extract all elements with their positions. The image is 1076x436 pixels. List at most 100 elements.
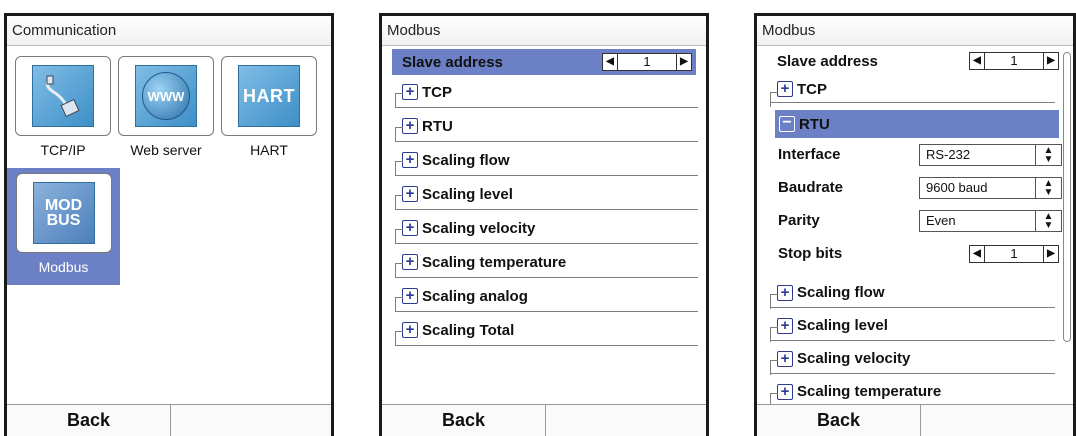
softkey-bar: Back xyxy=(382,404,706,436)
parity-select[interactable]: Even ▲ ▼ xyxy=(919,209,1062,232)
baudrate-value: 9600 baud xyxy=(926,180,988,195)
group-tcp[interactable]: + TCP xyxy=(763,74,1059,107)
empty-softkey[interactable] xyxy=(171,405,331,436)
group-label: Scaling velocity xyxy=(797,350,911,367)
group-label: Scaling flow xyxy=(422,151,510,169)
hart-icon: HART xyxy=(238,65,300,127)
group-label: Scaling level xyxy=(422,185,513,203)
interface-value: RS-232 xyxy=(926,147,971,162)
expand-icon[interactable]: + xyxy=(777,317,793,334)
web-server-icon: WWW xyxy=(135,65,197,127)
slave-address-row[interactable]: Slave address ◀ 1 ▶ xyxy=(777,48,1059,74)
expand-icon[interactable]: + xyxy=(402,288,418,304)
scrollbar[interactable] xyxy=(1063,52,1071,342)
screen-title: Communication xyxy=(7,16,331,46)
tile-label: Web server xyxy=(130,142,202,158)
tile-label: HART xyxy=(250,142,288,158)
spinner-icon[interactable]: ▲ ▼ xyxy=(1035,210,1061,231)
back-button[interactable]: Back xyxy=(7,405,171,436)
slave-address-row[interactable]: Slave address ◀ 1 ▶ xyxy=(392,49,696,75)
group-scaling-level[interactable]: + Scaling level xyxy=(388,177,702,211)
tile-label: TCP/IP xyxy=(40,142,86,158)
slave-address-label: Slave address xyxy=(777,52,878,70)
tcpip-icon xyxy=(32,65,94,127)
group-scaling-velocity[interactable]: + Scaling velocity xyxy=(763,342,1059,375)
globe-icon: WWW xyxy=(142,72,190,120)
decrement-arrow-icon[interactable]: ◀ xyxy=(602,53,618,71)
spinner-icon[interactable]: ▲ ▼ xyxy=(1035,144,1061,165)
softkey-bar: Back xyxy=(757,404,1073,436)
stop-bits-value: 1 xyxy=(985,245,1043,263)
group-tcp[interactable]: + TCP xyxy=(388,75,702,109)
expand-icon[interactable]: + xyxy=(777,284,793,301)
stop-bits-label: Stop bits xyxy=(778,245,843,262)
expand-icon[interactable]: + xyxy=(402,152,418,168)
expand-icon[interactable]: + xyxy=(402,322,418,338)
communication-screen: Communication TCP/IP WWW Web server HART… xyxy=(4,13,334,436)
group-label: RTU xyxy=(422,117,453,135)
group-label: TCP xyxy=(422,83,452,101)
group-label: TCP xyxy=(797,80,827,98)
modbus-rtu-screen: Modbus Slave address ◀ 1 ▶ + TCP − RTU I… xyxy=(754,13,1076,436)
group-rtu-expanded[interactable]: − RTU xyxy=(775,110,1059,138)
group-label: Scaling analog xyxy=(422,287,528,305)
tile-label: Modbus xyxy=(38,259,89,275)
decrement-arrow-icon[interactable]: ◀ xyxy=(969,245,985,263)
softkey-bar: Back xyxy=(7,404,331,436)
empty-softkey[interactable] xyxy=(921,405,1073,436)
group-scaling-total[interactable]: + Scaling Total xyxy=(388,313,702,347)
back-button[interactable]: Back xyxy=(382,405,546,436)
tcpip-tile[interactable]: TCP/IP xyxy=(13,56,113,158)
expand-icon[interactable]: + xyxy=(402,254,418,270)
expand-icon[interactable]: + xyxy=(402,84,418,100)
hart-tile[interactable]: HART HART xyxy=(219,56,319,158)
screen-title: Modbus xyxy=(382,16,706,46)
expand-icon[interactable]: + xyxy=(402,220,418,236)
group-scaling-temperature[interactable]: + Scaling temperature xyxy=(388,245,702,279)
slave-address-value: 1 xyxy=(985,52,1043,70)
group-label: Scaling temperature xyxy=(797,383,942,400)
group-rtu[interactable]: + RTU xyxy=(388,109,702,143)
interface-label: Interface xyxy=(778,146,841,163)
group-label: Scaling Total xyxy=(422,321,515,339)
expand-icon[interactable]: + xyxy=(777,350,793,367)
empty-softkey[interactable] xyxy=(546,405,706,436)
decrement-arrow-icon[interactable]: ◀ xyxy=(969,52,985,70)
increment-arrow-icon[interactable]: ▶ xyxy=(676,53,692,71)
baudrate-row[interactable]: Baudrate 9600 baud ▲ ▼ xyxy=(757,171,1073,204)
stop-bits-stepper[interactable]: ◀ 1 ▶ xyxy=(969,244,1059,264)
slave-address-value: 1 xyxy=(618,53,676,71)
expand-icon[interactable]: + xyxy=(402,186,418,202)
group-label: Scaling temperature xyxy=(422,253,567,271)
web-server-tile[interactable]: WWW Web server xyxy=(116,56,216,158)
expand-icon[interactable]: + xyxy=(402,118,418,134)
screen-title: Modbus xyxy=(757,16,1073,46)
parity-value: Even xyxy=(926,213,956,228)
back-button[interactable]: Back xyxy=(757,405,921,436)
spinner-icon[interactable]: ▲ ▼ xyxy=(1035,177,1061,198)
expand-icon[interactable]: + xyxy=(777,383,793,400)
interface-select[interactable]: RS-232 ▲ ▼ xyxy=(919,143,1062,166)
interface-row[interactable]: Interface RS-232 ▲ ▼ xyxy=(757,138,1073,171)
expand-icon[interactable]: + xyxy=(777,81,793,97)
slave-address-stepper[interactable]: ◀ 1 ▶ xyxy=(969,51,1059,71)
group-label: Scaling velocity xyxy=(422,219,536,237)
group-label: Scaling flow xyxy=(797,284,885,301)
baudrate-select[interactable]: 9600 baud ▲ ▼ xyxy=(919,176,1062,199)
group-scaling-analog[interactable]: + Scaling analog xyxy=(388,279,702,313)
stop-bits-row[interactable]: Stop bits ◀ 1 ▶ xyxy=(757,237,1073,270)
increment-arrow-icon[interactable]: ▶ xyxy=(1043,52,1059,70)
slave-address-stepper[interactable]: ◀ 1 ▶ xyxy=(602,52,692,72)
slave-address-label: Slave address xyxy=(402,53,503,71)
modbus-icon: MOD BUS xyxy=(32,182,95,244)
group-scaling-level[interactable]: + Scaling level xyxy=(763,309,1059,342)
group-scaling-flow[interactable]: + Scaling flow xyxy=(763,276,1059,309)
group-label: Scaling level xyxy=(797,317,888,334)
modbus-tile[interactable]: MOD BUS Modbus xyxy=(7,168,120,285)
collapse-icon[interactable]: − xyxy=(779,115,795,132)
group-scaling-velocity[interactable]: + Scaling velocity xyxy=(388,211,702,245)
parity-row[interactable]: Parity Even ▲ ▼ xyxy=(757,204,1073,237)
group-scaling-flow[interactable]: + Scaling flow xyxy=(388,143,702,177)
modbus-screen: Modbus Slave address ◀ 1 ▶ + TCP + RTU +… xyxy=(379,13,709,436)
increment-arrow-icon[interactable]: ▶ xyxy=(1043,245,1059,263)
